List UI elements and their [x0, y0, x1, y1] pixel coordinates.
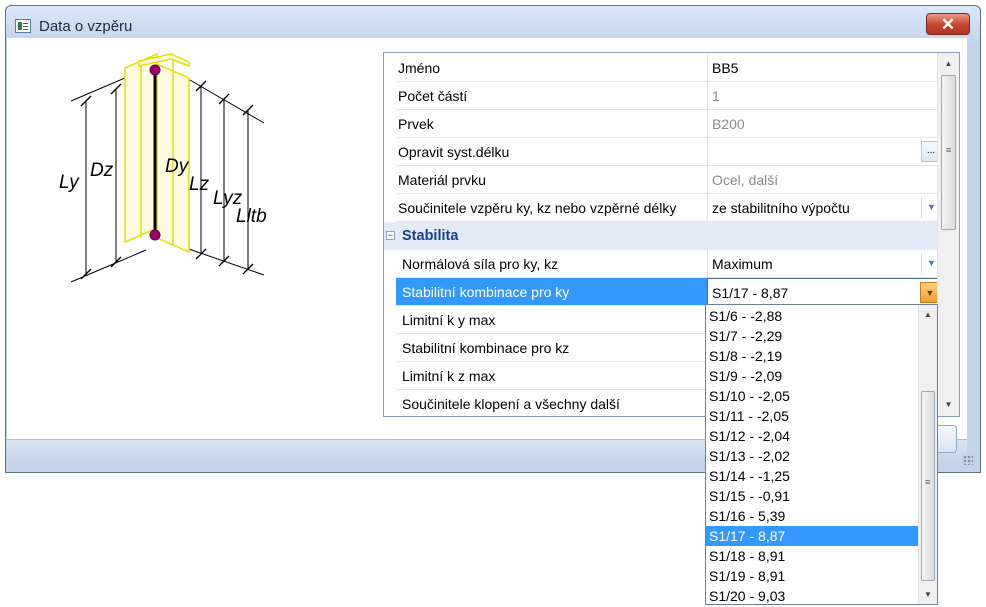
dropdown-option[interactable]: S1/11 - -2,05 — [706, 406, 918, 426]
scroll-up-icon[interactable]: ▲ — [919, 306, 937, 323]
property-label: Stabilitní kombinace pro ky — [396, 278, 707, 306]
dropdown-option[interactable]: S1/19 - 8,91 — [706, 566, 918, 586]
app-window-icon — [15, 19, 31, 33]
close-button[interactable]: ✕ — [926, 13, 970, 35]
row-gutter — [384, 334, 396, 362]
property-row-name[interactable]: Jméno BB5 — [384, 54, 941, 82]
combination-dropdown-list[interactable]: S1/6 - -2,88 S1/7 - -2,29 S1/8 - -2,19 S… — [705, 304, 938, 605]
label-dz: Dz — [90, 160, 114, 181]
property-row-member[interactable]: Prvek B200 — [384, 110, 941, 138]
property-label: Počet částí — [396, 82, 707, 110]
scrollbar-thumb[interactable]: ≡ — [921, 391, 935, 581]
dropdown-scrollbar[interactable]: ▲ ≡ ▼ — [918, 305, 937, 604]
property-label: Prvek — [396, 110, 707, 138]
dropdown-option[interactable]: S1/9 - -2,09 — [706, 366, 918, 386]
grip-icon: ≡ — [925, 477, 931, 487]
dropdown-option[interactable]: S1/14 - -1,25 — [706, 466, 918, 486]
row-gutter — [384, 110, 396, 138]
row-gutter — [384, 166, 396, 194]
buckling-diagram-svg: Ly Dz Dy Lz Lyz Lltb — [59, 52, 267, 283]
dropdown-option-selected[interactable]: S1/17 - 8,87 — [706, 526, 918, 546]
dropdown-option[interactable]: S1/8 - -2,19 — [706, 346, 918, 366]
property-value-text: ze stabilitního výpočtu — [712, 200, 850, 216]
property-label: Jméno — [396, 54, 707, 82]
row-gutter — [384, 54, 396, 82]
dropdown-option[interactable]: S1/20 - 9,03 — [706, 586, 918, 604]
property-label: Normálová síla pro ky, kz — [396, 250, 707, 278]
property-value-name[interactable]: BB5 — [707, 54, 941, 82]
label-ly: Ly — [59, 172, 80, 193]
property-label: Opravit syst.délku — [396, 138, 707, 166]
scroll-up-icon[interactable]: ▲ — [938, 55, 959, 72]
property-value-buckling-coefficients[interactable]: ze stabilitního výpočtu ▼ — [707, 194, 941, 222]
property-value-part-count: 1 — [707, 82, 941, 110]
label-dy: Dy — [165, 156, 190, 177]
collapse-icon[interactable]: − — [386, 231, 395, 240]
scroll-down-icon[interactable]: ▼ — [919, 586, 937, 603]
property-value-text: S1/17 - 8,87 — [712, 285, 789, 301]
property-row-material[interactable]: Materiál prvku Ocel, další — [384, 166, 941, 194]
dropdown-option[interactable]: S1/16 - 5,39 — [706, 506, 918, 526]
dropdown-option[interactable]: S1/12 - -2,04 — [706, 426, 918, 446]
buckling-diagram: Ly Dz Dy Lz Lyz Lltb — [21, 52, 376, 296]
dropdown-option[interactable]: S1/15 - -0,91 — [706, 486, 918, 506]
dropdown-option[interactable]: S1/6 - -2,88 — [706, 306, 918, 326]
row-gutter — [384, 306, 396, 334]
dropdown-option[interactable]: S1/13 - -2,02 — [706, 446, 918, 466]
property-label: Součinitele klopení a všechny další — [396, 390, 707, 416]
property-value-member: B200 — [707, 110, 941, 138]
property-row-fix-system-length[interactable]: Opravit syst.délku ... — [384, 138, 941, 166]
property-row-buckling-coefficients[interactable]: Součinitele vzpěru ky, kz nebo vzpěrné d… — [384, 194, 941, 222]
property-label: Materiál prvku — [396, 166, 707, 194]
dropdown-option[interactable]: S1/18 - 8,91 — [706, 546, 918, 566]
property-value-material: Ocel, další — [707, 166, 941, 194]
resize-grip-icon[interactable] — [963, 455, 973, 465]
property-label: Stabilitní kombinace pro kz — [396, 334, 707, 362]
dropdown-option[interactable]: S1/10 - -2,05 — [706, 386, 918, 406]
dropdown-option[interactable]: S1/7 - -2,29 — [706, 326, 918, 346]
property-label: Limitní k y max — [396, 306, 707, 334]
scroll-down-icon[interactable]: ▼ — [938, 396, 959, 413]
property-value-fix-system-length[interactable]: ... — [707, 138, 941, 166]
row-gutter — [384, 138, 396, 166]
property-row-part-count[interactable]: Počet částí 1 — [384, 82, 941, 110]
row-gutter — [384, 82, 396, 110]
row-gutter — [384, 194, 396, 222]
property-row-normal-force[interactable]: Normálová síla pro ky, kz Maximum ▼ — [384, 250, 941, 278]
scrollbar-thumb[interactable]: ≡ — [941, 75, 956, 230]
property-value-stability-combination-ky[interactable]: S1/17 - 8,87 ▼ — [707, 278, 941, 306]
property-row-stability-combination-ky[interactable]: Stabilitní kombinace pro ky S1/17 - 8,87… — [384, 278, 941, 306]
category-stability[interactable]: − Stabilita — [384, 222, 941, 250]
property-value-normal-force[interactable]: Maximum ▼ — [707, 250, 941, 278]
row-gutter — [384, 362, 396, 390]
property-label: Limitní k z max — [396, 362, 707, 390]
row-gutter — [384, 250, 396, 278]
property-label: Součinitele vzpěru ky, kz nebo vzpěrné d… — [396, 194, 707, 222]
label-lz: Lz — [189, 174, 210, 195]
row-gutter — [384, 278, 396, 306]
grip-icon: ≡ — [946, 145, 952, 155]
window-title: Data o vzpěru — [39, 18, 133, 35]
property-value-text: Maximum — [712, 256, 773, 272]
category-label: Stabilita — [402, 228, 459, 244]
property-grid-scrollbar[interactable]: ▲ ≡ ▼ — [937, 53, 959, 416]
label-lltb: Lltb — [236, 206, 267, 227]
row-gutter — [384, 390, 396, 416]
